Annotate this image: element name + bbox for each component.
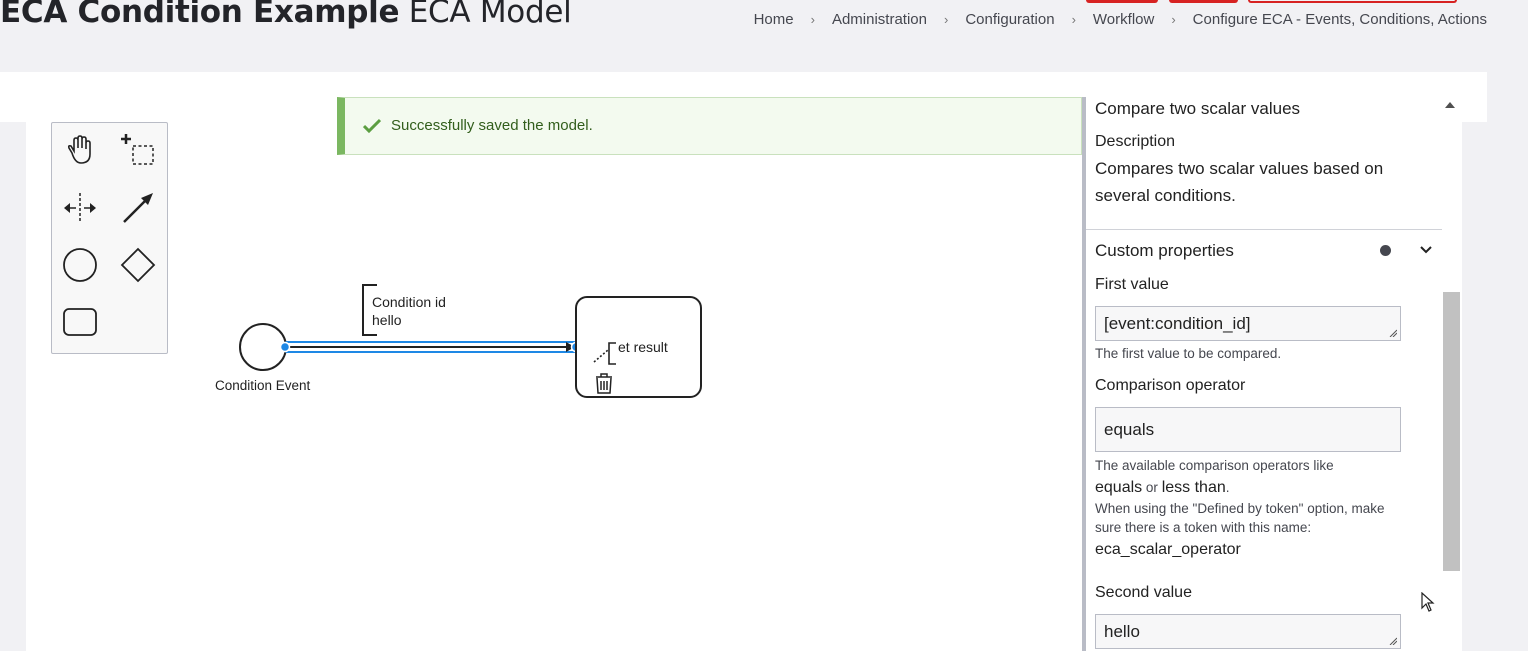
description-text: Compares two scalar values based on seve… (1095, 159, 1384, 206)
scrollbar-thumb[interactable] (1443, 292, 1460, 571)
properties-divider (1086, 229, 1442, 230)
custom-properties-header[interactable]: Custom properties (1095, 241, 1234, 261)
breadcrumb-workflow[interactable]: Workflow (1093, 11, 1154, 28)
operator-help-code2: less than (1161, 478, 1226, 496)
first-value-label: First value (1095, 276, 1169, 293)
operator-help-code1: equals (1095, 478, 1143, 496)
dirty-indicator-icon (1380, 245, 1391, 256)
second-value-text: hello (1104, 622, 1140, 641)
properties-panel: Compare two scalar values Description Co… (1082, 97, 1462, 651)
task-icon[interactable] (60, 302, 100, 342)
start-event-label: Condition Event (215, 378, 311, 393)
condition-label-line2: hello (372, 312, 402, 328)
status-message-text: Successfully saved the model. (391, 117, 593, 134)
operator-help-token: eca_scalar_operator (1095, 540, 1241, 558)
trash-icon[interactable] (591, 370, 617, 396)
header-button-3[interactable] (1248, 0, 1457, 3)
resize-handle-icon[interactable] (1389, 637, 1397, 645)
header-button-2[interactable] (1169, 0, 1238, 3)
second-value-field[interactable]: hello (1095, 614, 1401, 649)
chevron-down-icon[interactable] (1418, 242, 1434, 263)
check-icon (362, 118, 382, 138)
task-label: et result (618, 339, 668, 355)
start-event-icon[interactable] (60, 245, 100, 285)
properties-heading: Compare two scalar values (1095, 99, 1301, 118)
mouse-cursor-icon (1421, 592, 1435, 612)
operator-select[interactable]: equals (1095, 407, 1401, 452)
connect-tool-icon[interactable] (118, 188, 158, 228)
first-value-field[interactable]: [event:condition_id] (1095, 306, 1401, 341)
status-message: Successfully saved the model. (337, 97, 1082, 155)
header-button-1[interactable] (1086, 0, 1158, 3)
operator-help-or: or (1145, 479, 1158, 495)
second-value-label: Second value (1095, 584, 1192, 601)
operator-help-line2: When using the "Defined by token" option… (1095, 500, 1385, 536)
operator-help-codes: equals or less than. (1095, 478, 1230, 496)
operator-help: The available comparison operators like … (1095, 456, 1415, 561)
flow-handle-start[interactable] (279, 341, 291, 353)
description-label: Description (1095, 133, 1176, 150)
space-tool-icon[interactable] (60, 188, 100, 228)
hand-tool-icon[interactable] (60, 130, 100, 170)
gateway-icon[interactable] (118, 245, 158, 285)
scroll-up-icon[interactable] (1445, 102, 1455, 108)
operator-label: Comparison operator (1095, 377, 1246, 394)
first-value-help: The first value to be compared. (1095, 346, 1282, 361)
breadcrumb-current: Configure ECA - Events, Conditions, Acti… (1192, 11, 1487, 28)
lasso-tool-icon[interactable] (118, 130, 158, 170)
first-value-text: [event:condition_id] (1104, 314, 1251, 333)
resize-handle-icon[interactable] (1389, 329, 1397, 337)
breadcrumb-separator: › (1171, 12, 1176, 27)
condition-label-line1: Condition id (372, 294, 446, 310)
tool-palette (51, 122, 168, 354)
operator-help-line1: The available comparison operators like (1095, 458, 1334, 473)
operator-value: equals (1104, 420, 1155, 439)
start-event[interactable] (239, 323, 287, 371)
